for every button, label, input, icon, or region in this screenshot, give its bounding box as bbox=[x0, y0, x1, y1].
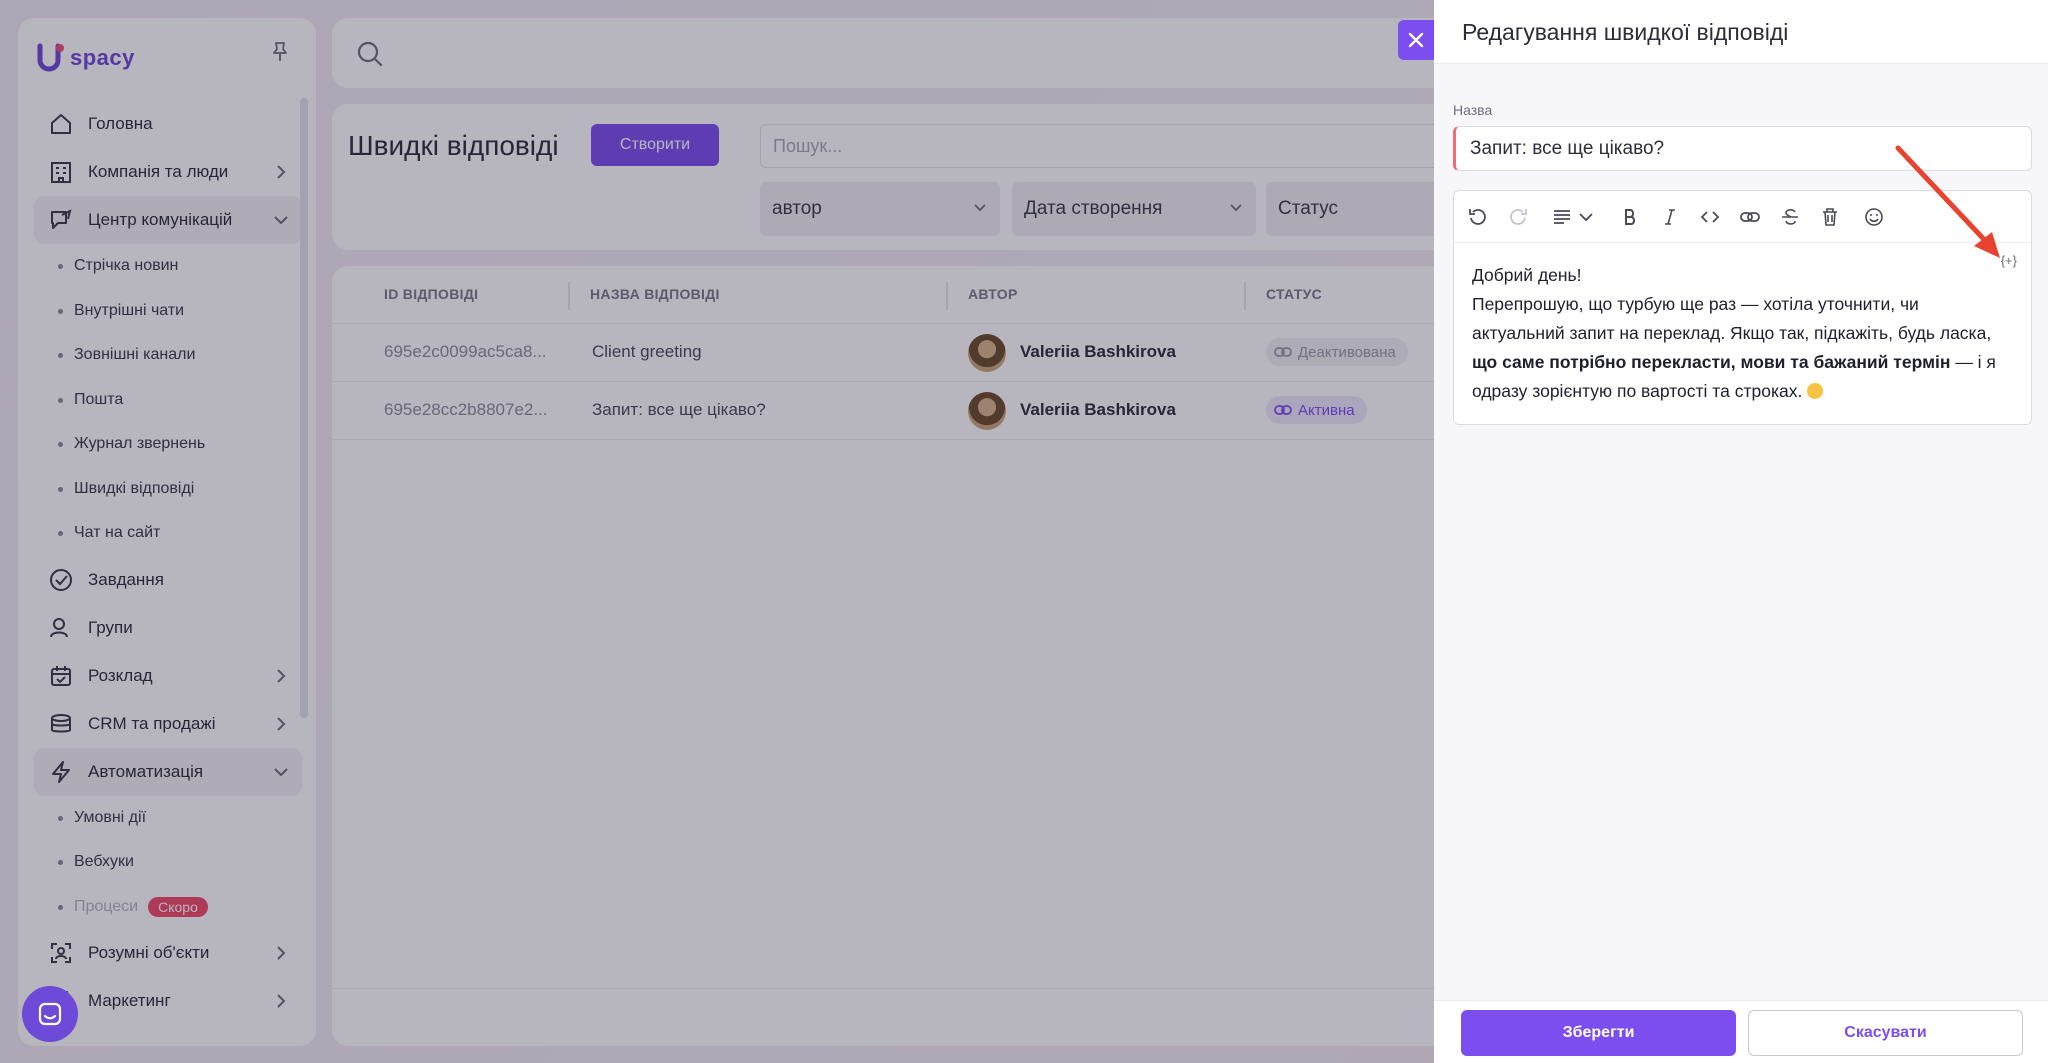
redo-icon bbox=[1510, 209, 1527, 225]
italic-icon bbox=[1665, 209, 1675, 225]
chat-icon bbox=[38, 1002, 62, 1026]
editor-toolbar bbox=[1454, 191, 2031, 243]
drawer-header: Редагування швидкої відповіді bbox=[1434, 0, 2048, 64]
name-field-label: Назва bbox=[1453, 102, 1493, 118]
link-icon bbox=[1740, 212, 1760, 222]
undo-icon bbox=[1469, 209, 1486, 225]
emoji-button[interactable] bbox=[1862, 205, 1886, 229]
chevron-down-icon bbox=[1579, 213, 1593, 222]
redo-button[interactable] bbox=[1506, 205, 1530, 229]
code-button[interactable] bbox=[1698, 205, 1722, 229]
drawer-footer: Зберегти Скасувати bbox=[1434, 1000, 2048, 1063]
clear-formatting-button[interactable] bbox=[1818, 205, 1842, 229]
insert-variable-button[interactable]: {+} bbox=[2001, 253, 2017, 268]
support-chat-button[interactable] bbox=[22, 986, 78, 1042]
editor-paragraph: Перепрошую, що турбую ще раз — хотіла ут… bbox=[1472, 290, 2002, 406]
smile-emoji-icon bbox=[1807, 383, 1824, 399]
modal-overlay[interactable] bbox=[0, 0, 1434, 1063]
bold-icon bbox=[1625, 209, 1636, 225]
bold-button[interactable] bbox=[1618, 205, 1642, 229]
strikethrough-button[interactable] bbox=[1778, 205, 1802, 229]
edit-quick-reply-drawer: Редагування швидкої відповіді Назва Запи… bbox=[1434, 0, 2048, 1063]
trash-icon bbox=[1823, 208, 1837, 226]
paragraph-bold-text: що саме потрібно перекласти, мови та баж… bbox=[1472, 352, 1951, 372]
undo-button[interactable] bbox=[1466, 205, 1490, 229]
code-icon bbox=[1700, 211, 1720, 223]
cancel-button[interactable]: Скасувати bbox=[1748, 1010, 2023, 1056]
name-input[interactable] bbox=[1453, 126, 2032, 171]
editor-line: Добрий день! bbox=[1472, 265, 1582, 285]
close-icon bbox=[1408, 32, 1424, 48]
paragraph-text: Перепрошую, що турбую ще раз — хотіла ут… bbox=[1472, 294, 1992, 343]
align-icon bbox=[1554, 210, 1570, 224]
emoji-icon bbox=[1865, 208, 1883, 226]
rich-text-editor[interactable]: {+} Добрий день! Перепрошую, що турбую щ… bbox=[1453, 190, 2032, 425]
drawer-title: Редагування швидкої відповіді bbox=[1462, 19, 1789, 45]
strikethrough-icon bbox=[1782, 209, 1798, 225]
italic-button[interactable] bbox=[1658, 205, 1682, 229]
close-drawer-button[interactable] bbox=[1398, 20, 1434, 60]
editor-content[interactable]: Добрий день! Перепрошую, що турбую ще ра… bbox=[1472, 261, 2002, 406]
align-button[interactable] bbox=[1550, 205, 1574, 229]
save-button[interactable]: Зберегти bbox=[1461, 1010, 1736, 1056]
align-dropdown-button[interactable] bbox=[1574, 205, 1598, 229]
link-button[interactable] bbox=[1738, 205, 1762, 229]
